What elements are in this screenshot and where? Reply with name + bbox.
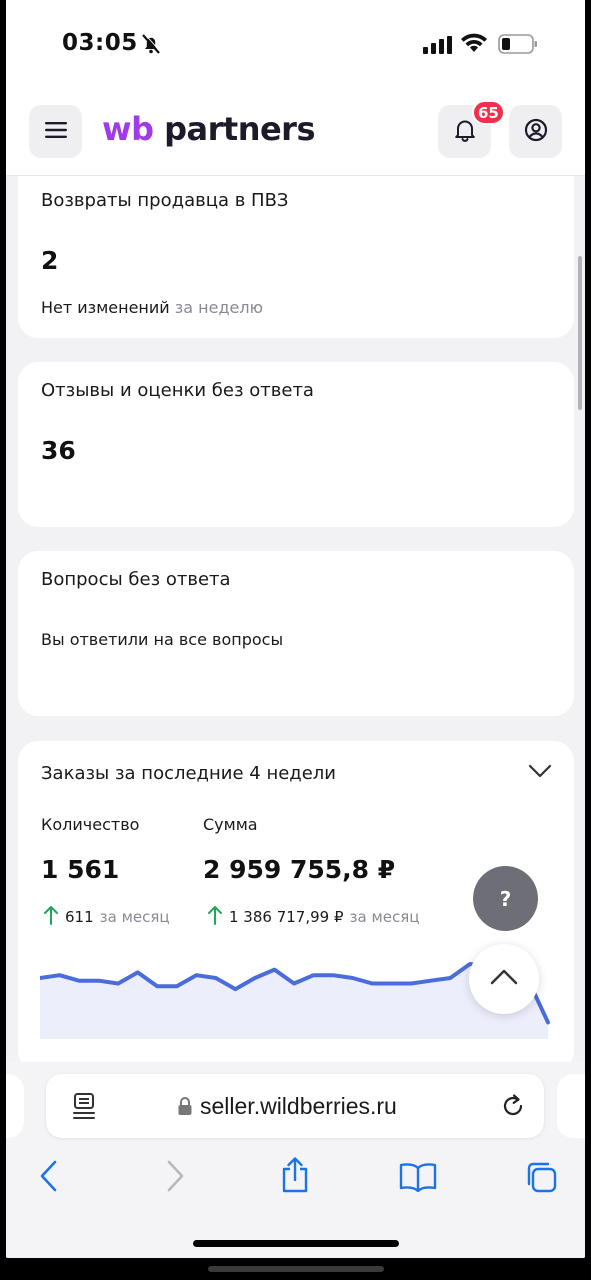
orders-count-label: Количество xyxy=(41,815,140,834)
bookmarks-icon[interactable] xyxy=(399,1162,437,1196)
forward-icon[interactable] xyxy=(164,1160,186,1196)
questions-card[interactable]: Вопросы без ответа Вы ответили на все во… xyxy=(18,551,574,716)
phone-screen: 03:05 wb partners 65 Возвраты продавца в… xyxy=(6,0,585,1258)
orders-title: Заказы за последние 4 недели xyxy=(41,763,337,784)
tabs-icon[interactable] xyxy=(524,1160,558,1198)
share-icon[interactable] xyxy=(279,1156,311,1198)
returns-card[interactable]: Возвраты продавца в ПВЗ 2 Нет изменений … xyxy=(18,176,574,338)
system-gesture-bar xyxy=(208,1266,384,1272)
reviews-value: 36 xyxy=(41,436,76,465)
home-indicator xyxy=(193,1240,399,1247)
orders-sum-value: 2 959 755,8 ₽ xyxy=(203,855,396,884)
returns-period: за неделю xyxy=(174,298,264,317)
hamburger-icon xyxy=(44,121,67,142)
reload-icon[interactable] xyxy=(499,1092,527,1124)
page-scroll-indicator xyxy=(578,256,582,410)
bell-icon xyxy=(454,118,476,146)
returns-change-text: Нет изменений xyxy=(41,298,170,317)
questions-message: Вы ответили на все вопросы xyxy=(41,630,284,649)
scroll-to-top-button[interactable] xyxy=(469,944,539,1014)
cellular-signal-icon xyxy=(423,36,453,58)
reviews-card[interactable]: Отзывы и оценки без ответа 36 xyxy=(18,362,574,527)
questions-title: Вопросы без ответа xyxy=(41,569,231,590)
back-icon[interactable] xyxy=(38,1160,60,1196)
orders-sum-delta: 1 386 717,99 ₽ за месяц xyxy=(207,905,419,929)
chevron-up-icon xyxy=(490,968,518,990)
profile-button[interactable] xyxy=(509,105,562,158)
user-circle-icon xyxy=(524,118,548,146)
status-time: 03:05 xyxy=(62,30,138,56)
logo-partners-text: partners xyxy=(164,110,315,148)
wb-partners-logo[interactable]: wb partners xyxy=(102,110,315,148)
chevron-down-icon[interactable] xyxy=(528,763,552,783)
logo-wb-text: wb xyxy=(102,110,154,148)
menu-button[interactable] xyxy=(29,105,82,158)
orders-sum-label: Сумма xyxy=(203,815,258,834)
wifi-icon xyxy=(460,32,488,58)
page-menu-icon[interactable] xyxy=(72,1092,98,1124)
address-bar[interactable]: seller.wildberries.ru xyxy=(46,1074,544,1138)
orders-count-value: 1 561 xyxy=(41,855,120,884)
notification-count-badge: 65 xyxy=(472,100,505,125)
arrow-up-icon xyxy=(207,905,223,929)
help-button[interactable]: ? xyxy=(473,866,538,931)
orders-sum-delta-value: 1 386 717,99 ₽ xyxy=(229,908,344,926)
orders-count-delta: 611 за месяц xyxy=(43,905,170,929)
url-text[interactable]: seller.wildberries.ru xyxy=(200,1093,397,1120)
returns-change-line: Нет изменений за неделю xyxy=(41,298,263,317)
previous-tab-peek[interactable] xyxy=(6,1074,24,1138)
lock-icon xyxy=(177,1096,193,1120)
next-tab-peek[interactable] xyxy=(557,1074,585,1138)
orders-count-delta-period: за месяц xyxy=(99,908,170,926)
orders-sum-delta-period: за месяц xyxy=(349,908,420,926)
returns-value: 2 xyxy=(41,246,59,275)
arrow-up-icon xyxy=(43,905,59,929)
silent-mode-icon xyxy=(139,32,163,60)
battery-icon xyxy=(498,34,538,58)
status-bar: 03:05 xyxy=(6,0,585,88)
app-header: wb partners 65 xyxy=(6,88,585,176)
browser-toolbar: seller.wildberries.ru xyxy=(6,1062,585,1258)
orders-count-delta-value: 611 xyxy=(65,908,94,926)
returns-title: Возвраты продавца в ПВЗ xyxy=(41,190,289,211)
reviews-title: Отзывы и оценки без ответа xyxy=(41,380,314,401)
